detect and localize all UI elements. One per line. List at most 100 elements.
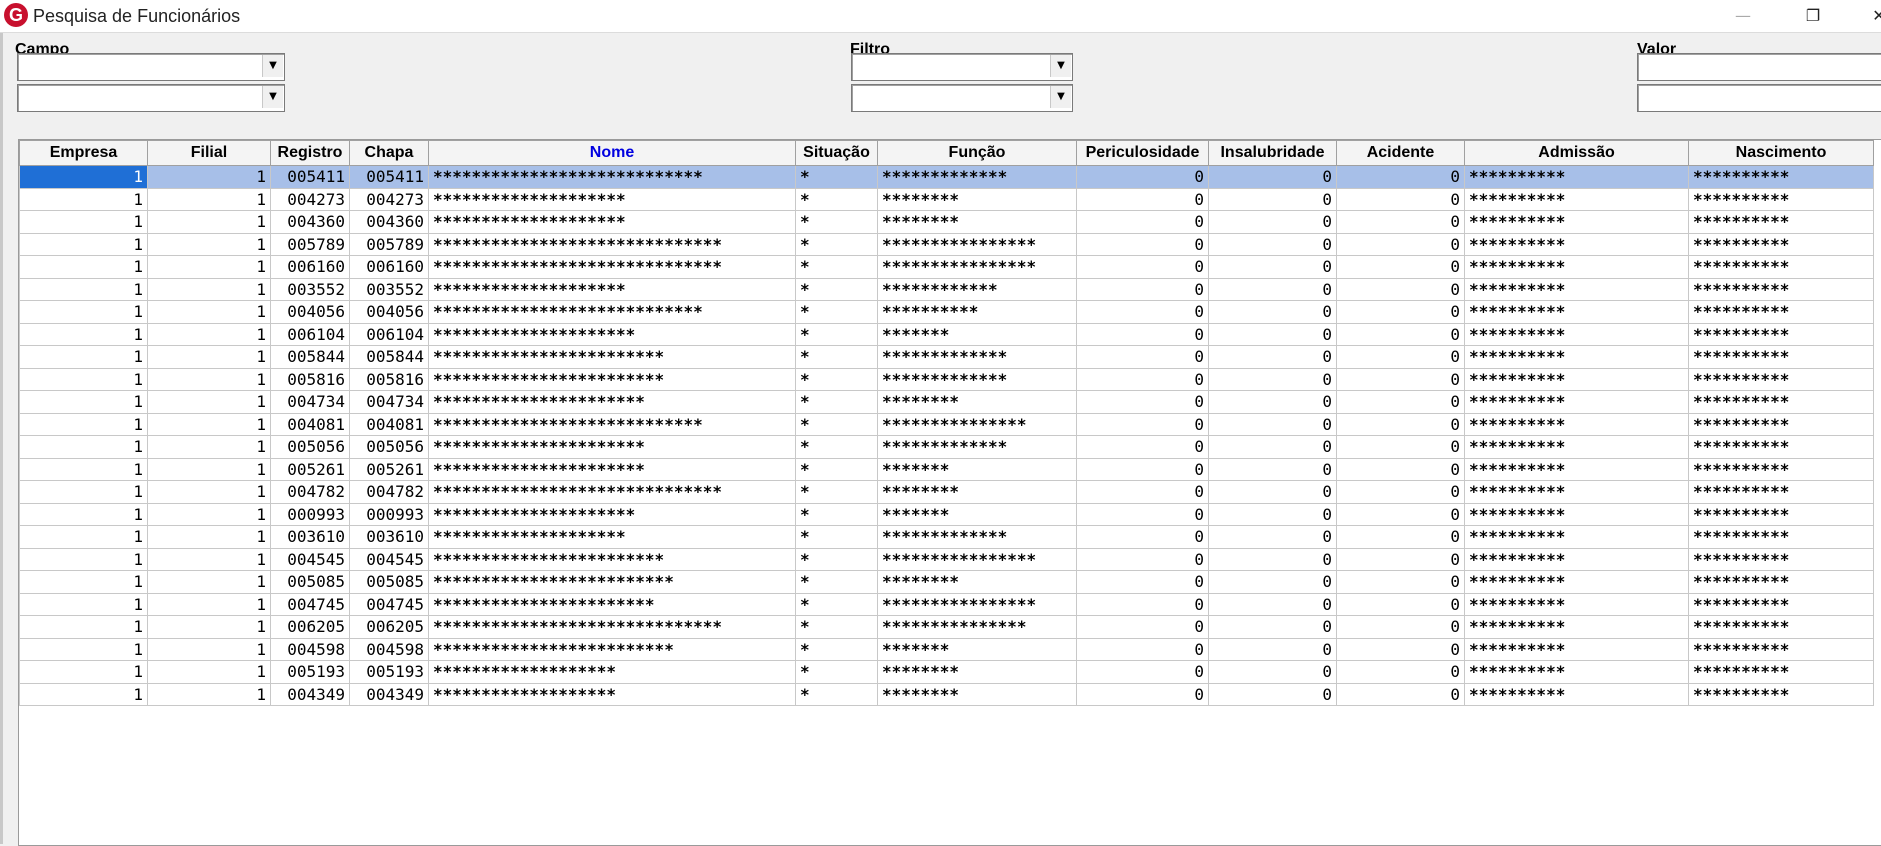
cell-nome[interactable]: ******************************	[428, 255, 796, 279]
column-header-periculosidade[interactable]: Periculosidade	[1076, 140, 1209, 166]
cell-admissao[interactable]: **********	[1464, 345, 1689, 369]
cell-filial[interactable]: 1	[147, 570, 271, 594]
cell-funcao[interactable]: **********	[877, 300, 1077, 324]
cell-insalubridade[interactable]: 0	[1208, 525, 1337, 549]
cell-nome[interactable]: *************************	[428, 570, 796, 594]
table-row[interactable]: 1 1 000993 000993 ********************* * ****…	[19, 502, 1874, 526]
table-row[interactable]: 1 1 006205 006205 **************************…	[19, 615, 1874, 639]
cell-empresa[interactable]: 1	[19, 255, 148, 279]
cell-periculosidade[interactable]: 0	[1076, 502, 1209, 526]
table-row[interactable]: 1 1 005844 005844 ************************ * *…	[19, 345, 1874, 369]
cell-empresa[interactable]: 1	[19, 187, 148, 211]
cell-registro[interactable]: 006205	[270, 615, 350, 639]
cell-acidente[interactable]: 0	[1336, 277, 1465, 301]
cell-funcao[interactable]: ****************	[877, 255, 1077, 279]
cell-acidente[interactable]: 0	[1336, 367, 1465, 391]
cell-funcao[interactable]: *******	[877, 322, 1077, 346]
cell-funcao[interactable]: ************	[877, 277, 1077, 301]
cell-periculosidade[interactable]: 0	[1076, 547, 1209, 571]
cell-periculosidade[interactable]: 0	[1076, 682, 1209, 706]
cell-registro[interactable]: 004745	[270, 592, 350, 616]
cell-insalubridade[interactable]: 0	[1208, 435, 1337, 459]
cell-funcao[interactable]: ***************	[877, 412, 1077, 436]
cell-periculosidade[interactable]: 0	[1076, 435, 1209, 459]
cell-funcao[interactable]: ****************	[877, 232, 1077, 256]
cell-admissao[interactable]: **********	[1464, 165, 1689, 189]
cell-nome[interactable]: ********************	[428, 525, 796, 549]
cell-admissao[interactable]: **********	[1464, 457, 1689, 481]
table-row[interactable]: 1 1 004349 004349 ******************* * ******…	[19, 682, 1874, 706]
campo-select-1[interactable]: ▼	[17, 53, 285, 81]
cell-admissao[interactable]: **********	[1464, 502, 1689, 526]
cell-admissao[interactable]: **********	[1464, 412, 1689, 436]
cell-situacao[interactable]: *	[795, 232, 878, 256]
cell-nome[interactable]: **********************	[428, 457, 796, 481]
cell-nome[interactable]: ********************	[428, 187, 796, 211]
cell-nascimento[interactable]: **********	[1688, 615, 1874, 639]
column-header-funcao[interactable]: Função	[877, 140, 1077, 166]
cell-insalubridade[interactable]: 0	[1208, 232, 1337, 256]
cell-funcao[interactable]: *************	[877, 435, 1077, 459]
cell-chapa[interactable]: 004598	[349, 637, 429, 661]
table-row[interactable]: 1 1 003552 003552 ******************** * *****…	[19, 277, 1874, 301]
cell-nome[interactable]: *********************	[428, 502, 796, 526]
cell-funcao[interactable]: *******	[877, 637, 1077, 661]
cell-situacao[interactable]: *	[795, 412, 878, 436]
valor-input-1[interactable]	[1637, 53, 1881, 81]
cell-funcao[interactable]: *******	[877, 457, 1077, 481]
table-row[interactable]: 1 1 005261 005261 ********************** * ***…	[19, 457, 1874, 481]
chevron-down-icon[interactable]: ▼	[262, 86, 283, 108]
cell-insalubridade[interactable]: 0	[1208, 300, 1337, 324]
cell-chapa[interactable]: 004782	[349, 480, 429, 504]
cell-periculosidade[interactable]: 0	[1076, 592, 1209, 616]
cell-funcao[interactable]: *************	[877, 165, 1077, 189]
table-row[interactable]: 1 1 004734 004734 ********************** * ***…	[19, 390, 1874, 414]
cell-filial[interactable]: 1	[147, 615, 271, 639]
cell-nascimento[interactable]: **********	[1688, 367, 1874, 391]
cell-periculosidade[interactable]: 0	[1076, 345, 1209, 369]
cell-admissao[interactable]: **********	[1464, 592, 1689, 616]
cell-chapa[interactable]: 005816	[349, 367, 429, 391]
cell-chapa[interactable]: 004081	[349, 412, 429, 436]
filtro-select-1[interactable]: ▼	[851, 53, 1073, 81]
chevron-down-icon[interactable]: ▼	[262, 55, 283, 77]
cell-filial[interactable]: 1	[147, 232, 271, 256]
cell-periculosidade[interactable]: 0	[1076, 660, 1209, 684]
cell-situacao[interactable]: *	[795, 660, 878, 684]
cell-acidente[interactable]: 0	[1336, 210, 1465, 234]
cell-nascimento[interactable]: **********	[1688, 187, 1874, 211]
cell-nome[interactable]: ************************	[428, 547, 796, 571]
cell-acidente[interactable]: 0	[1336, 165, 1465, 189]
cell-filial[interactable]: 1	[147, 345, 271, 369]
cell-nascimento[interactable]: **********	[1688, 435, 1874, 459]
cell-nascimento[interactable]: **********	[1688, 525, 1874, 549]
cell-filial[interactable]: 1	[147, 277, 271, 301]
cell-acidente[interactable]: 0	[1336, 637, 1465, 661]
cell-insalubridade[interactable]: 0	[1208, 277, 1337, 301]
cell-nascimento[interactable]: **********	[1688, 277, 1874, 301]
cell-acidente[interactable]: 0	[1336, 525, 1465, 549]
cell-chapa[interactable]: 003552	[349, 277, 429, 301]
cell-registro[interactable]: 005844	[270, 345, 350, 369]
cell-periculosidade[interactable]: 0	[1076, 367, 1209, 391]
cell-nome[interactable]: *************************	[428, 637, 796, 661]
cell-insalubridade[interactable]: 0	[1208, 255, 1337, 279]
cell-admissao[interactable]: **********	[1464, 615, 1689, 639]
cell-periculosidade[interactable]: 0	[1076, 412, 1209, 436]
cell-empresa[interactable]: 1	[19, 592, 148, 616]
cell-situacao[interactable]: *	[795, 322, 878, 346]
cell-empresa[interactable]: 1	[19, 165, 148, 189]
cell-registro[interactable]: 005789	[270, 232, 350, 256]
cell-situacao[interactable]: *	[795, 187, 878, 211]
cell-registro[interactable]: 004360	[270, 210, 350, 234]
cell-filial[interactable]: 1	[147, 322, 271, 346]
cell-acidente[interactable]: 0	[1336, 345, 1465, 369]
campo-select-2[interactable]: ▼	[17, 84, 285, 112]
cell-registro[interactable]: 005056	[270, 435, 350, 459]
cell-nome[interactable]: ****************************	[428, 412, 796, 436]
cell-admissao[interactable]: **********	[1464, 570, 1689, 594]
column-header-acidente[interactable]: Acidente	[1336, 140, 1465, 166]
cell-chapa[interactable]: 003610	[349, 525, 429, 549]
cell-nome[interactable]: ******************************	[428, 615, 796, 639]
cell-filial[interactable]: 1	[147, 525, 271, 549]
